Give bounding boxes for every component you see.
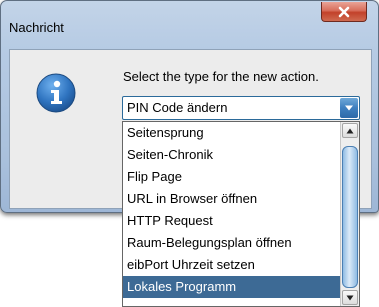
list-item[interactable]: Seiten-Chronik — [123, 144, 340, 166]
list-item[interactable]: eibPort Uhrzeit setzen — [123, 254, 340, 276]
window-title: Nachricht — [9, 20, 64, 35]
info-icon — [36, 73, 76, 113]
list-item-selected[interactable]: Lokales Programm — [123, 276, 340, 298]
arrow-down-icon — [346, 295, 354, 300]
list-item[interactable]: Flip Page — [123, 166, 340, 188]
list-item[interactable]: Seitensprung — [123, 122, 340, 144]
chevron-down-icon — [345, 105, 353, 111]
scroll-up-button[interactable] — [342, 123, 358, 138]
dropdown-items: Seitensprung Seiten-Chronik Flip Page UR… — [123, 122, 340, 298]
action-type-select[interactable]: PIN Code ändern — [122, 96, 360, 120]
dropdown-arrow-button[interactable] — [340, 98, 358, 118]
scrollbar-thumb[interactable] — [342, 146, 358, 288]
arrow-up-icon — [346, 128, 354, 133]
dropdown-list: Seitensprung Seiten-Chronik Flip Page UR… — [122, 121, 360, 307]
scroll-down-button[interactable] — [342, 290, 358, 305]
list-item[interactable]: HTTP Request — [123, 210, 340, 232]
list-item[interactable]: URL in Browser öffnen — [123, 188, 340, 210]
prompt-text: Select the type for the new action. — [123, 69, 319, 84]
close-icon — [338, 6, 350, 17]
scrollbar[interactable] — [340, 122, 359, 306]
list-item[interactable]: Raum-Belegungsplan öffnen — [123, 232, 340, 254]
close-button[interactable] — [321, 2, 367, 22]
select-value: PIN Code ändern — [127, 100, 228, 115]
